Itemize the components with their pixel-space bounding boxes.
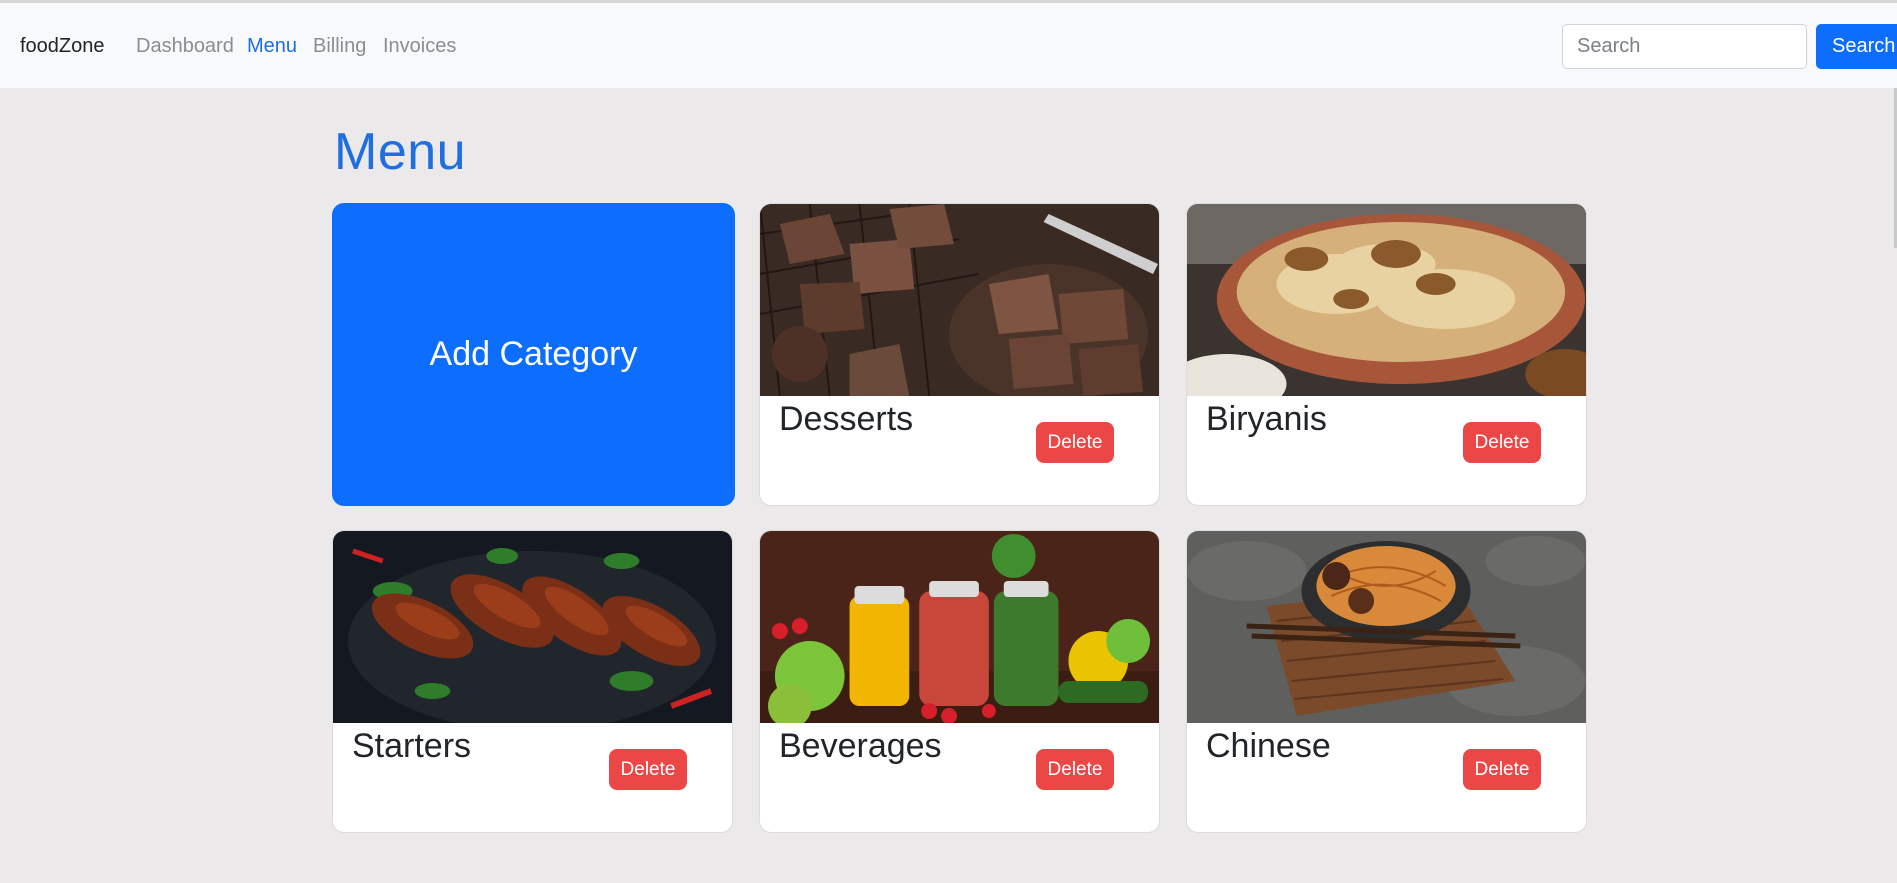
nav-link-invoices[interactable]: Invoices <box>383 35 456 58</box>
category-card-starters[interactable]: Starters Delete <box>332 530 733 833</box>
category-name: Desserts <box>779 400 914 438</box>
brand-logo[interactable]: foodZone <box>20 35 105 58</box>
category-name: Beverages <box>779 727 942 765</box>
delete-button[interactable]: Delete <box>1036 422 1114 463</box>
add-category-label: Add Category <box>429 335 638 373</box>
chinese-image <box>1187 531 1586 723</box>
navbar: foodZone Dashboard Menu Billing Invoices… <box>0 3 1897 88</box>
nav-link-dashboard[interactable]: Dashboard <box>136 35 234 58</box>
category-card-beverages[interactable]: Beverages Delete <box>759 530 1160 833</box>
category-name: Chinese <box>1206 727 1331 765</box>
category-card-desserts[interactable]: Desserts Delete <box>759 203 1160 506</box>
delete-button[interactable]: Delete <box>1036 749 1114 790</box>
beverages-image <box>760 531 1159 723</box>
category-card-chinese[interactable]: Chinese Delete <box>1186 530 1587 833</box>
category-name: Starters <box>352 727 472 765</box>
biryanis-image <box>1187 204 1586 396</box>
category-name: Biryanis <box>1206 400 1327 438</box>
delete-button[interactable]: Delete <box>1463 749 1541 790</box>
add-category-button[interactable]: Add Category <box>332 203 735 506</box>
search-input[interactable] <box>1562 24 1807 69</box>
search-button[interactable]: Search <box>1816 24 1897 69</box>
starters-image <box>333 531 732 723</box>
delete-button[interactable]: Delete <box>609 749 687 790</box>
desserts-image <box>760 204 1159 396</box>
page-title: Menu <box>334 123 467 181</box>
nav-link-menu[interactable]: Menu <box>247 35 297 58</box>
delete-button[interactable]: Delete <box>1463 422 1541 463</box>
category-card-biryanis[interactable]: Biryanis Delete <box>1186 203 1587 506</box>
nav-link-billing[interactable]: Billing <box>313 35 366 58</box>
